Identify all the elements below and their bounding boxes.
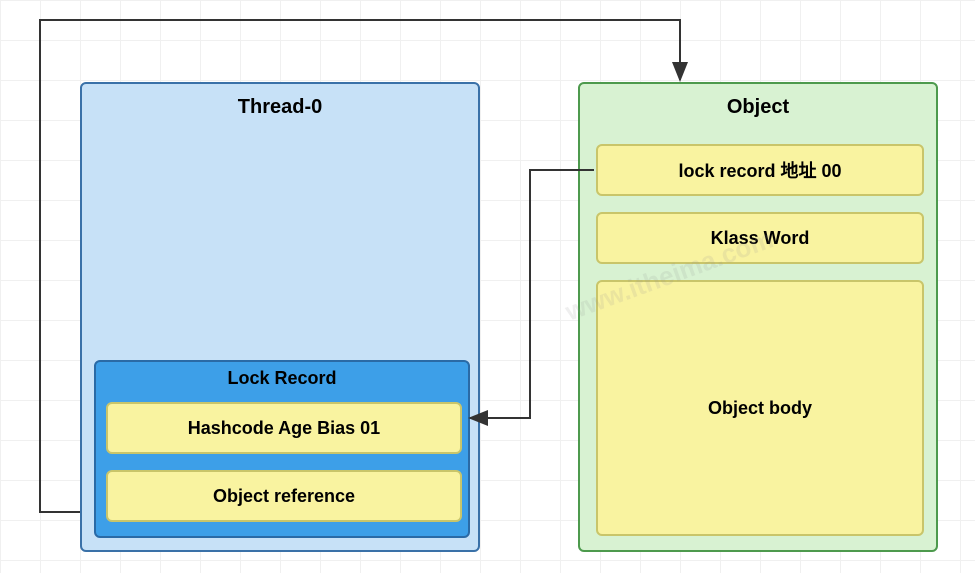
lock-record-title: Lock Record bbox=[96, 368, 468, 389]
object-body: Object body bbox=[596, 280, 924, 536]
lock-record-container: Lock Record Hashcode Age Bias 01 Object … bbox=[94, 360, 470, 538]
lock-record-object-reference: Object reference bbox=[106, 470, 462, 522]
thread-title: Thread-0 bbox=[82, 96, 478, 119]
lock-record-hashcode: Hashcode Age Bias 01 bbox=[106, 402, 462, 454]
object-container: Object lock record 地址 00 Klass Word Obje… bbox=[578, 82, 938, 552]
object-mark-word: lock record 地址 00 bbox=[596, 144, 924, 196]
thread-container: Thread-0 Lock Record Hashcode Age Bias 0… bbox=[80, 82, 480, 552]
object-title: Object bbox=[580, 96, 936, 119]
arrow-markword-to-lockrecord bbox=[470, 170, 594, 418]
object-klass-word: Klass Word bbox=[596, 212, 924, 264]
